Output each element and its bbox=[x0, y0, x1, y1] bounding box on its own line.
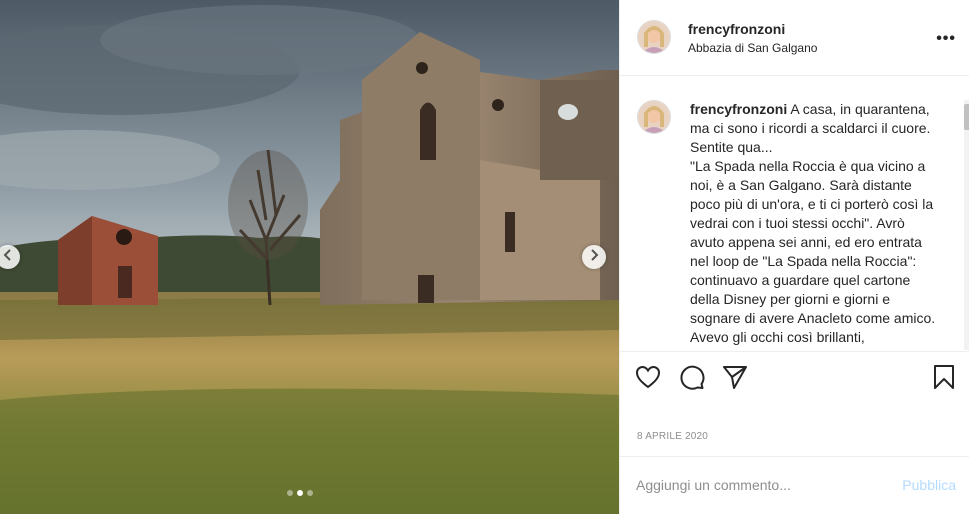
abbey-photo bbox=[0, 0, 619, 514]
chevron-left-icon bbox=[3, 248, 13, 266]
comment-bubble-icon[interactable] bbox=[678, 363, 706, 391]
carousel-dot bbox=[307, 490, 313, 496]
carousel-dot bbox=[287, 490, 293, 496]
publish-button[interactable]: Pubblica bbox=[902, 477, 956, 493]
scroll-thumb[interactable] bbox=[964, 104, 969, 130]
post-header: frencyfronzoni Abbazia di San Galgano ••… bbox=[620, 0, 969, 76]
chevron-right-icon bbox=[589, 248, 599, 266]
caption-text: A casa, in quarantena, ma ci sono i rico… bbox=[690, 101, 936, 345]
add-comment-bar: Pubblica bbox=[620, 456, 969, 515]
next-slide-button[interactable] bbox=[582, 245, 606, 269]
post-caption: frencyfronzoni A casa, in quarantena, ma… bbox=[690, 100, 942, 347]
comments-scrollbar[interactable] bbox=[964, 100, 969, 350]
heart-icon[interactable] bbox=[634, 363, 662, 391]
more-options-icon[interactable]: ••• bbox=[936, 30, 956, 48]
bookmark-icon[interactable] bbox=[930, 363, 958, 391]
carousel-dot bbox=[297, 490, 303, 496]
post-date: 8 APRILE 2020 bbox=[637, 431, 708, 442]
paper-plane-icon[interactable] bbox=[721, 363, 749, 391]
caption-username[interactable]: frencyfronzoni bbox=[690, 101, 787, 117]
location-link[interactable]: Abbazia di San Galgano bbox=[688, 41, 817, 55]
caption-avatar[interactable] bbox=[637, 100, 671, 134]
avatar[interactable] bbox=[637, 20, 671, 54]
post-photo[interactable] bbox=[0, 0, 619, 514]
post-sidebar: frencyfronzoni Abbazia di San Galgano ••… bbox=[619, 0, 969, 514]
comments-area: frencyfronzoni A casa, in quarantena, ma… bbox=[620, 76, 969, 351]
comment-input[interactable] bbox=[636, 473, 886, 497]
username-link[interactable]: frencyfronzoni bbox=[688, 21, 785, 37]
action-bar bbox=[620, 351, 969, 402]
carousel-indicator bbox=[287, 490, 313, 496]
